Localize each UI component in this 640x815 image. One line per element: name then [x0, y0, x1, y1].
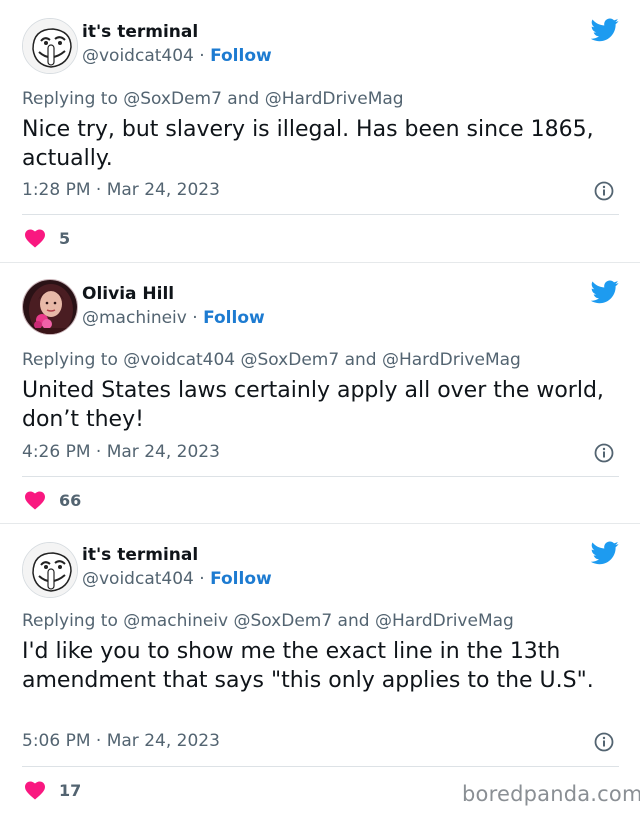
avatar[interactable] [22, 279, 78, 335]
heart-icon[interactable] [24, 490, 46, 510]
separator-dot: · [199, 46, 205, 66]
date: Mar 24, 2023 [106, 731, 220, 751]
twitter-bird-icon[interactable] [591, 18, 619, 42]
divider [22, 214, 619, 215]
replying-label: Replying to [22, 611, 118, 631]
separator-dot: · [192, 308, 198, 328]
divider [22, 766, 619, 767]
info-icon[interactable] [594, 443, 614, 463]
avatar[interactable] [22, 542, 78, 598]
replying-to: Replying to @machineiv @SoxDem7 and @Har… [22, 611, 514, 631]
avatar[interactable] [22, 18, 78, 74]
like-count: 17 [59, 781, 82, 800]
replying-to: Replying to @SoxDem7 and @HardDriveMag [22, 89, 404, 109]
tweet-card: Olivia Hill @machineiv · Follow Replying… [0, 263, 640, 523]
tweet-card: it's terminal @voidcat404 · Follow Reply… [0, 0, 640, 262]
display-name[interactable]: it's terminal [82, 22, 198, 42]
twitter-bird-icon[interactable] [591, 280, 619, 304]
divider [22, 476, 619, 477]
date: Mar 24, 2023 [106, 180, 220, 200]
separator-dot: · [95, 180, 102, 200]
info-icon[interactable] [594, 732, 614, 752]
time: 5:06 PM [22, 731, 91, 751]
timestamp[interactable]: 4:26 PM · Mar 24, 2023 [22, 442, 220, 462]
tweet-card: it's terminal @voidcat404 · Follow Reply… [0, 524, 640, 815]
replying-mentions[interactable]: @machineiv @SoxDem7 and @HardDriveMag [123, 611, 514, 631]
display-name[interactable]: it's terminal [82, 545, 198, 565]
replying-to: Replying to @voidcat404 @SoxDem7 and @Ha… [22, 350, 521, 370]
date: Mar 24, 2023 [106, 442, 220, 462]
timestamp[interactable]: 5:06 PM · Mar 24, 2023 [22, 731, 220, 751]
trollface-avatar-image [23, 19, 77, 73]
heart-icon[interactable] [24, 228, 46, 248]
replying-mentions[interactable]: @SoxDem7 and @HardDriveMag [123, 89, 403, 109]
tweet-text: Nice try, but slavery is illegal. Has be… [22, 117, 594, 171]
replying-label: Replying to [22, 89, 118, 109]
time: 4:26 PM [22, 442, 91, 462]
timestamp[interactable]: 1:28 PM · Mar 24, 2023 [22, 180, 220, 200]
username[interactable]: @voidcat404 [82, 46, 194, 66]
handle-row: @voidcat404 · Follow [82, 46, 272, 66]
follow-button[interactable]: Follow [210, 569, 272, 589]
like-count: 5 [59, 229, 71, 248]
follow-button[interactable]: Follow [210, 46, 272, 66]
heart-icon[interactable] [24, 780, 46, 800]
trollface-avatar-image [23, 543, 77, 597]
twitter-bird-icon[interactable] [591, 541, 619, 565]
username[interactable]: @machineiv [82, 308, 187, 328]
handle-row: @machineiv · Follow [82, 308, 265, 328]
time: 1:28 PM [22, 180, 91, 200]
like-count: 66 [59, 491, 82, 510]
username[interactable]: @voidcat404 [82, 569, 194, 589]
woman-avatar-image [23, 280, 77, 334]
separator-dot: · [199, 569, 205, 589]
replying-label: Replying to [22, 350, 118, 370]
replying-mentions[interactable]: @voidcat404 @SoxDem7 and @HardDriveMag [123, 350, 521, 370]
tweet-text: United States laws certainly apply all o… [22, 378, 604, 432]
info-icon[interactable] [594, 181, 614, 201]
display-name[interactable]: Olivia Hill [82, 284, 174, 304]
follow-button[interactable]: Follow [203, 308, 265, 328]
tweet-text: I'd like you to show me the exact line i… [22, 639, 594, 693]
separator-dot: · [95, 442, 102, 462]
watermark: boredpanda.com [462, 782, 640, 806]
separator-dot: · [95, 731, 102, 751]
handle-row: @voidcat404 · Follow [82, 569, 272, 589]
